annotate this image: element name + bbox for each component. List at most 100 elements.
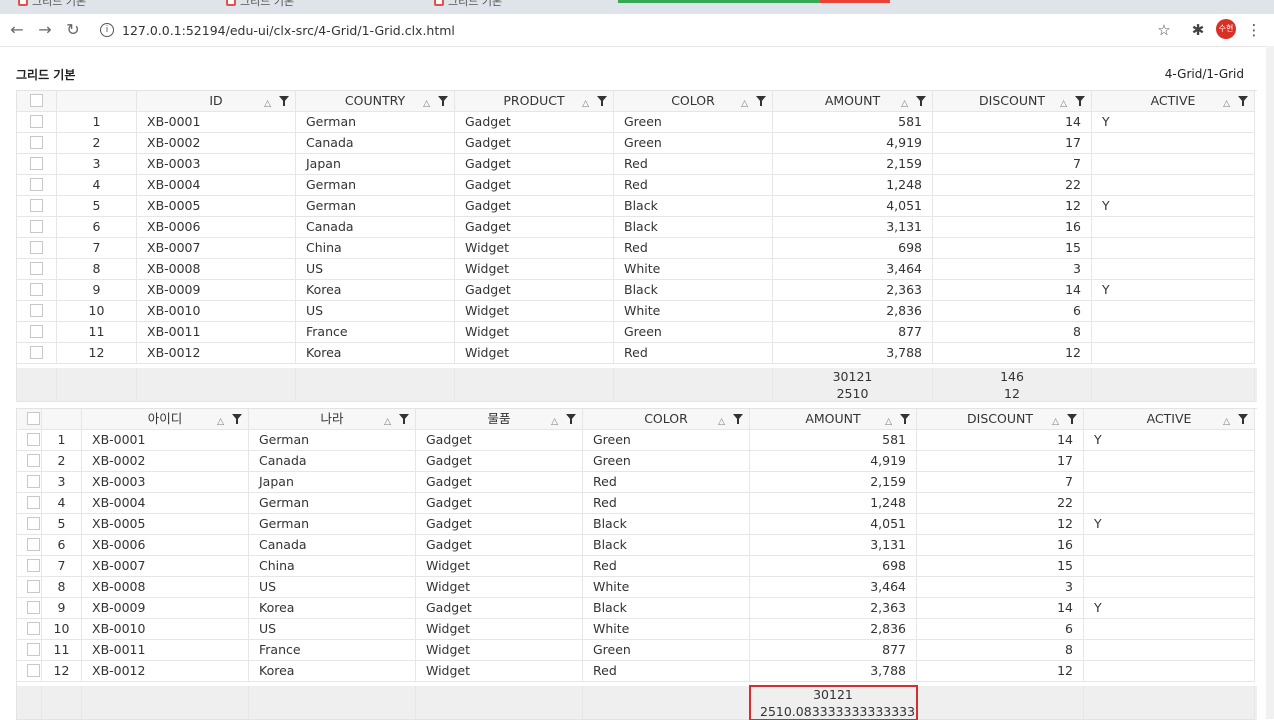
cell-discount[interactable]: 12 <box>933 343 1092 364</box>
cell-active[interactable] <box>1084 619 1255 640</box>
back-arrow-icon[interactable]: ← <box>6 19 28 41</box>
select-all-checkbox[interactable] <box>27 412 40 425</box>
column-header-color[interactable]: COLOR △ <box>583 409 750 430</box>
filter-icon[interactable] <box>1075 96 1085 106</box>
cell-active[interactable] <box>1092 175 1255 196</box>
cell-product[interactable]: Widget <box>416 556 583 577</box>
row-checkbox[interactable] <box>27 496 40 509</box>
filter-icon[interactable] <box>279 96 289 106</box>
cell-id[interactable]: XB-0006 <box>137 217 296 238</box>
cell-product[interactable]: Widget <box>416 640 583 661</box>
filter-icon[interactable] <box>900 414 910 424</box>
cell-country[interactable]: Canada <box>249 451 416 472</box>
cell-active[interactable] <box>1092 133 1255 154</box>
cell-country[interactable]: Canada <box>296 133 455 154</box>
cell-color[interactable]: Red <box>614 343 773 364</box>
cell-id[interactable]: XB-0012 <box>137 343 296 364</box>
filter-icon[interactable] <box>733 414 743 424</box>
cell-color[interactable]: Green <box>614 322 773 343</box>
table-row[interactable]: 8 XB-0008 US Widget White 3,464 3 <box>17 259 1257 280</box>
cell-id[interactable]: XB-0005 <box>82 514 249 535</box>
cell-amount[interactable]: 698 <box>750 556 917 577</box>
cell-color[interactable]: Green <box>614 133 773 154</box>
reload-icon[interactable]: ↻ <box>62 19 84 41</box>
cell-discount[interactable]: 8 <box>917 640 1084 661</box>
sort-icon[interactable]: △ <box>217 412 224 429</box>
cell-discount[interactable]: 15 <box>933 238 1092 259</box>
cell-id[interactable]: XB-0009 <box>137 280 296 301</box>
row-checkbox[interactable] <box>30 262 43 275</box>
row-checkbox[interactable] <box>30 241 43 254</box>
cell-discount[interactable]: 17 <box>933 133 1092 154</box>
sort-icon[interactable]: △ <box>1060 94 1067 111</box>
column-header-discount[interactable]: DISCOUNT △ <box>917 409 1084 430</box>
cell-country[interactable]: China <box>296 238 455 259</box>
cell-color[interactable]: Green <box>583 430 750 451</box>
cell-product[interactable]: Gadget <box>416 598 583 619</box>
cell-discount[interactable]: 12 <box>933 196 1092 217</box>
filter-icon[interactable] <box>756 96 766 106</box>
bookmark-star-icon[interactable]: ☆ <box>1153 19 1175 41</box>
cell-active[interactable] <box>1092 217 1255 238</box>
cell-discount[interactable]: 16 <box>917 535 1084 556</box>
filter-icon[interactable] <box>1238 96 1248 106</box>
cell-id[interactable]: XB-0007 <box>137 238 296 259</box>
cell-amount[interactable]: 698 <box>773 238 933 259</box>
cell-color[interactable]: Black <box>614 217 773 238</box>
cell-discount[interactable]: 15 <box>917 556 1084 577</box>
table-row[interactable]: 3 XB-0003 Japan Gadget Red 2,159 7 <box>17 154 1257 175</box>
cell-color[interactable]: Black <box>583 514 750 535</box>
column-header-color[interactable]: COLOR △ <box>614 91 773 112</box>
row-checkbox[interactable] <box>27 538 40 551</box>
cell-active[interactable]: Y <box>1084 514 1255 535</box>
cell-amount[interactable]: 2,159 <box>773 154 933 175</box>
cell-country[interactable]: Korea <box>249 661 416 682</box>
row-checkbox[interactable] <box>27 454 40 467</box>
cell-discount[interactable]: 17 <box>917 451 1084 472</box>
row-checkbox[interactable] <box>30 283 43 296</box>
cell-amount[interactable]: 581 <box>750 430 917 451</box>
cell-discount[interactable]: 7 <box>917 472 1084 493</box>
table-row[interactable]: 12 XB-0012 Korea Widget Red 3,788 12 <box>17 661 1257 682</box>
cell-active[interactable]: Y <box>1092 112 1255 133</box>
cell-product[interactable]: Gadget <box>455 175 614 196</box>
column-header-active[interactable]: ACTIVE △ <box>1092 91 1255 112</box>
filter-icon[interactable] <box>399 414 409 424</box>
cell-amount[interactable]: 3,464 <box>750 577 917 598</box>
column-header-active[interactable]: ACTIVE △ <box>1084 409 1255 430</box>
table-row[interactable]: 7 XB-0007 China Widget Red 698 15 <box>17 556 1257 577</box>
cell-color[interactable]: Green <box>583 640 750 661</box>
column-header-amount[interactable]: AMOUNT △ <box>773 91 933 112</box>
cell-product[interactable]: Gadget <box>416 472 583 493</box>
table-row[interactable]: 3 XB-0003 Japan Gadget Red 2,159 7 <box>17 472 1257 493</box>
cell-active[interactable] <box>1084 640 1255 661</box>
cell-id[interactable]: XB-0010 <box>137 301 296 322</box>
cell-discount[interactable]: 16 <box>933 217 1092 238</box>
cell-active[interactable] <box>1092 343 1255 364</box>
browser-tab[interactable]: 그리드 기본 <box>226 0 294 10</box>
cell-product[interactable]: Widget <box>455 301 614 322</box>
cell-country[interactable]: US <box>249 577 416 598</box>
cell-active[interactable] <box>1084 493 1255 514</box>
cell-color[interactable]: White <box>583 619 750 640</box>
sort-icon[interactable]: △ <box>1223 412 1230 429</box>
row-checkbox[interactable] <box>27 622 40 635</box>
cell-color[interactable]: Black <box>614 196 773 217</box>
cell-product[interactable]: Gadget <box>416 430 583 451</box>
cell-product[interactable]: Gadget <box>455 133 614 154</box>
cell-id[interactable]: XB-0011 <box>137 322 296 343</box>
row-checkbox[interactable] <box>30 304 43 317</box>
cell-active[interactable] <box>1084 535 1255 556</box>
filter-icon[interactable] <box>597 96 607 106</box>
cell-color[interactable]: Green <box>614 112 773 133</box>
cell-product[interactable]: Widget <box>416 577 583 598</box>
cell-id[interactable]: XB-0004 <box>82 493 249 514</box>
row-checkbox[interactable] <box>30 157 43 170</box>
sort-icon[interactable]: △ <box>885 412 892 429</box>
cell-amount[interactable]: 4,919 <box>750 451 917 472</box>
cell-discount[interactable]: 12 <box>917 661 1084 682</box>
sort-icon[interactable]: △ <box>718 412 725 429</box>
cell-discount[interactable]: 12 <box>917 514 1084 535</box>
cell-id[interactable]: XB-0001 <box>137 112 296 133</box>
cell-discount[interactable]: 22 <box>933 175 1092 196</box>
